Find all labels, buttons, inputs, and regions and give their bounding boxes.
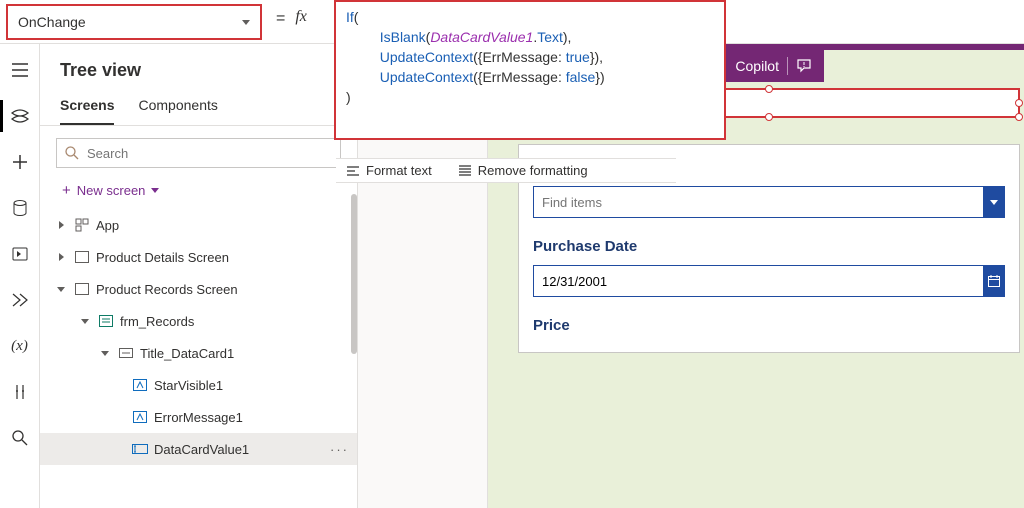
- tree-search[interactable]: [56, 138, 341, 168]
- price-label: Price: [533, 317, 1005, 334]
- search-icon: [65, 146, 79, 160]
- formula-action-bar: Format text Remove formatting: [336, 158, 676, 183]
- property-dropdown-value: OnChange: [18, 14, 86, 30]
- tree-node-title-datacard[interactable]: Title_DataCard1: [40, 337, 357, 369]
- purchase-date-label: Purchase Date: [533, 238, 1005, 255]
- media-icon[interactable]: [10, 244, 30, 264]
- tree-scrollbar[interactable]: [351, 194, 357, 354]
- formula-bar[interactable]: If( IsBlank(DataCardValue1.Text), Update…: [334, 0, 726, 140]
- resize-handle[interactable]: [765, 85, 773, 93]
- label-icon: [132, 377, 148, 393]
- tree-node-star-visible[interactable]: StarVisible1: [40, 369, 357, 401]
- hamburger-icon[interactable]: [10, 60, 30, 80]
- tree-node-app[interactable]: App: [40, 209, 357, 241]
- label-icon: [132, 409, 148, 425]
- tree-search-input[interactable]: [87, 146, 332, 161]
- tree-list: App Product Details Screen Product Recor…: [40, 209, 357, 508]
- tree-tabs: Screens Components: [40, 91, 357, 126]
- left-icon-rail: (x): [0, 44, 40, 508]
- tree-node-frm-records[interactable]: frm_Records: [40, 305, 357, 337]
- tree-node-product-records[interactable]: Product Records Screen: [40, 273, 357, 305]
- calendar-icon: [988, 275, 1000, 287]
- resize-handle[interactable]: [1015, 113, 1023, 121]
- tree-node-more-icon[interactable]: ···: [330, 442, 349, 457]
- tab-screens[interactable]: Screens: [60, 91, 114, 125]
- tree-view-panel: Tree view Screens Components + New scree…: [40, 44, 358, 508]
- new-screen-button[interactable]: + New screen: [40, 176, 357, 209]
- tab-components[interactable]: Components: [138, 91, 217, 125]
- resize-handle[interactable]: [1015, 99, 1023, 107]
- chevron-down-icon: [151, 188, 159, 193]
- datacard-icon: [118, 345, 134, 361]
- tree-node-product-details[interactable]: Product Details Screen: [40, 241, 357, 273]
- purchase-date-input[interactable]: [542, 274, 977, 289]
- tools-icon[interactable]: [10, 382, 30, 402]
- tree-node-error-message[interactable]: ErrorMessage1: [40, 401, 357, 433]
- search-icon[interactable]: [10, 428, 30, 448]
- purchase-date-picker[interactable]: [533, 265, 1005, 297]
- equals-label: =: [276, 10, 285, 28]
- screen-icon: [74, 281, 90, 297]
- formula-text[interactable]: If( IsBlank(DataCardValue1.Text), Update…: [336, 2, 724, 138]
- remove-formatting-button[interactable]: Remove formatting: [458, 163, 588, 178]
- data-icon[interactable]: [10, 198, 30, 218]
- app-icon: [74, 217, 90, 233]
- chevron-down-icon: [242, 20, 250, 25]
- variables-icon[interactable]: (x): [10, 336, 30, 356]
- insert-icon[interactable]: [10, 152, 30, 172]
- dropdown-button[interactable]: [983, 187, 1005, 217]
- tree-view-title: Tree view: [40, 60, 357, 91]
- tree-node-datacardvalue1[interactable]: DataCardValue1 ···: [40, 433, 357, 465]
- text-input-icon: [132, 441, 148, 457]
- resize-handle[interactable]: [765, 113, 773, 121]
- property-dropdown[interactable]: OnChange: [6, 4, 262, 40]
- screen-icon: [74, 249, 90, 265]
- power-automate-icon[interactable]: [10, 290, 30, 310]
- form-icon: [98, 313, 114, 329]
- tree-view-icon[interactable]: [10, 106, 30, 126]
- feedback-icon[interactable]: [796, 58, 812, 74]
- manufacturer-combobox[interactable]: [533, 186, 1005, 218]
- remove-format-icon: [458, 164, 472, 178]
- fx-label: fx: [295, 8, 307, 26]
- calendar-button[interactable]: [983, 266, 1005, 296]
- manufacturer-input[interactable]: [542, 195, 977, 210]
- format-icon: [346, 164, 360, 178]
- format-text-button[interactable]: Format text: [346, 163, 432, 178]
